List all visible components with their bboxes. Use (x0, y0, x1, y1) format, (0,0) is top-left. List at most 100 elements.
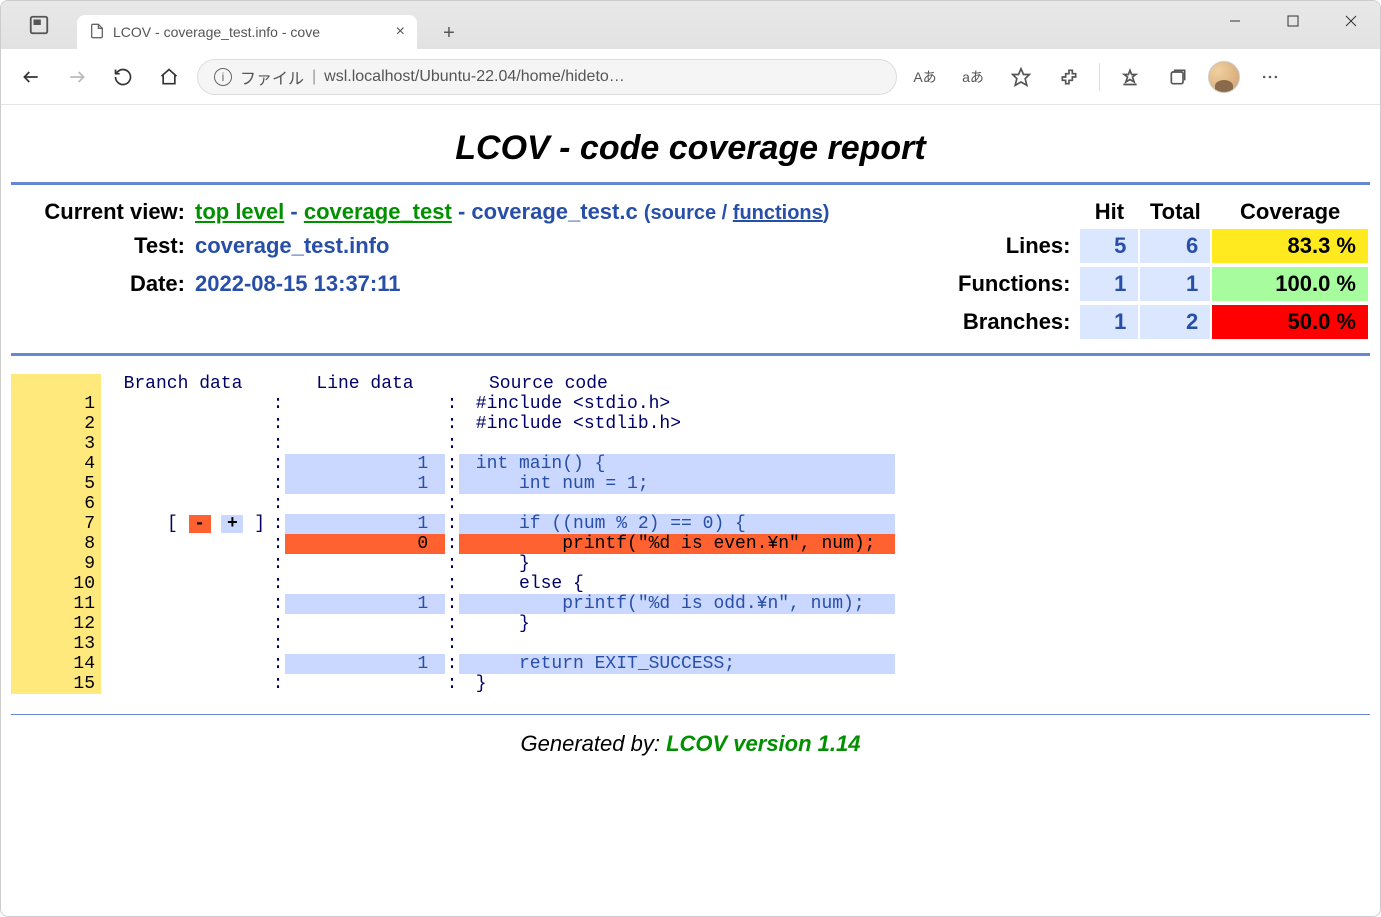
sep-column-1: ::::::::::::::: (271, 374, 285, 694)
line-number: 7 (17, 514, 95, 534)
linedata-header: Line data (285, 374, 445, 394)
close-tab-icon[interactable]: × (396, 23, 405, 41)
branches-hit: 1 (1080, 305, 1138, 339)
functions-link[interactable]: functions (733, 202, 823, 224)
branch-cell (101, 454, 265, 474)
hit-header: Hit (1080, 199, 1138, 225)
source-line: #include <stdlib.h> (459, 414, 895, 434)
tab-title: LCOV - coverage_test.info - cove (113, 24, 388, 40)
sep: : (271, 654, 285, 674)
favorites-star-icon[interactable] (1003, 59, 1039, 95)
refresh-button[interactable] (105, 59, 141, 95)
url-file-label: ファイル (240, 65, 304, 89)
line-number: 8 (17, 534, 95, 554)
sep: : (445, 654, 459, 674)
source-line: return EXIT_SUCCESS; (459, 654, 895, 674)
home-button[interactable] (151, 59, 187, 95)
line-number: 15 (17, 674, 95, 694)
sep: : (445, 634, 459, 654)
back-button[interactable] (13, 59, 49, 95)
top-level-link[interactable]: top level (195, 199, 284, 224)
close-window-button[interactable] (1322, 1, 1380, 41)
sep: : (271, 614, 285, 634)
line-number: 6 (17, 494, 95, 514)
collections-icon[interactable] (1160, 59, 1196, 95)
info-icon[interactable]: i (214, 68, 232, 86)
titlebar: LCOV - coverage_test.info - cove × + (1, 1, 1380, 49)
sep: : (445, 454, 459, 474)
branch-not-taken-icon: - (189, 515, 211, 533)
current-view-label: Current view: (13, 199, 193, 225)
extensions-icon[interactable] (1051, 59, 1087, 95)
branch-cell (101, 594, 265, 614)
sep: : (271, 454, 285, 474)
sep: : (271, 594, 285, 614)
file-name: coverage_test.c (471, 199, 637, 224)
line-number-column: 123456789101112131415 (11, 374, 101, 694)
browser-window: LCOV - coverage_test.info - cove × + i フ… (0, 0, 1381, 917)
source-code-column: Source code #include <stdio.h> #include … (459, 374, 895, 694)
functions-hit: 1 (1080, 267, 1138, 301)
translate-icon[interactable]: aあ (955, 59, 991, 95)
toolbar: i ファイル | wsl.localhost/Ubuntu-22.04/home… (1, 49, 1380, 105)
branches-label: Branches: (945, 305, 1079, 339)
sep: : (271, 634, 285, 654)
total-header: Total (1140, 199, 1210, 225)
minimize-button[interactable] (1206, 1, 1264, 41)
new-tab-button[interactable]: + (433, 17, 465, 49)
test-value: coverage_test.info (195, 229, 901, 263)
sep: : (445, 414, 459, 434)
source-listing: 123456789101112131415 Branch data [ - + … (11, 360, 1370, 694)
rule-mid (11, 353, 1370, 356)
summary-table: Current view: top level - coverage_test … (11, 195, 1370, 343)
sep: : (445, 554, 459, 574)
toolbar-icons: Aあ aあ (907, 59, 1288, 95)
address-bar[interactable]: i ファイル | wsl.localhost/Ubuntu-22.04/home… (197, 59, 897, 95)
branch-cell: [ - + ] (101, 514, 265, 534)
hit-count: 1 (285, 474, 445, 494)
tab-actions-icon[interactable] (21, 7, 57, 43)
sep: : (445, 474, 459, 494)
branch-cell (101, 394, 265, 414)
functions-total: 1 (1140, 267, 1210, 301)
branch-cell (101, 654, 265, 674)
line-number: 11 (17, 594, 95, 614)
line-number: 2 (17, 414, 95, 434)
date-value: 2022-08-15 13:37:11 (195, 267, 901, 301)
sep: : (271, 514, 285, 534)
sep-column-2: ::::::::::::::: (445, 374, 459, 694)
forward-button[interactable] (59, 59, 95, 95)
branch-cell (101, 474, 265, 494)
favorites-bar-icon[interactable] (1112, 59, 1148, 95)
hit-count: 0 (285, 534, 445, 554)
lcov-version-link[interactable]: LCOV version 1.14 (666, 731, 860, 756)
branch-cell (101, 674, 265, 694)
sep: : (445, 594, 459, 614)
sep: : (445, 574, 459, 594)
line-number: 12 (17, 614, 95, 634)
url-separator: | (312, 68, 316, 86)
avatar[interactable] (1208, 61, 1240, 93)
hit-count: 1 (285, 594, 445, 614)
menu-dots-icon[interactable] (1252, 59, 1288, 95)
current-view-value: top level - coverage_test - coverage_tes… (195, 199, 901, 225)
maximize-button[interactable] (1264, 1, 1322, 41)
read-aloud-icon[interactable]: Aあ (907, 59, 943, 95)
source-line: } (459, 554, 895, 574)
functions-coverage: 100.0 % (1212, 267, 1368, 301)
browser-tab[interactable]: LCOV - coverage_test.info - cove × (77, 15, 417, 49)
sep: : (445, 534, 459, 554)
hit-count: 1 (285, 654, 445, 674)
lines-hit: 5 (1080, 229, 1138, 263)
lines-total: 6 (1140, 229, 1210, 263)
source-line: } (459, 614, 895, 634)
sep: : (445, 514, 459, 534)
sep: : (271, 394, 285, 414)
source-line: #include <stdio.h> (459, 394, 895, 414)
branch-cell (101, 414, 265, 434)
dir-link[interactable]: coverage_test (304, 199, 452, 224)
sep: : (445, 674, 459, 694)
line-number: 4 (17, 454, 95, 474)
generated-by-label: Generated by: (521, 731, 667, 756)
source-label: source (651, 202, 717, 224)
